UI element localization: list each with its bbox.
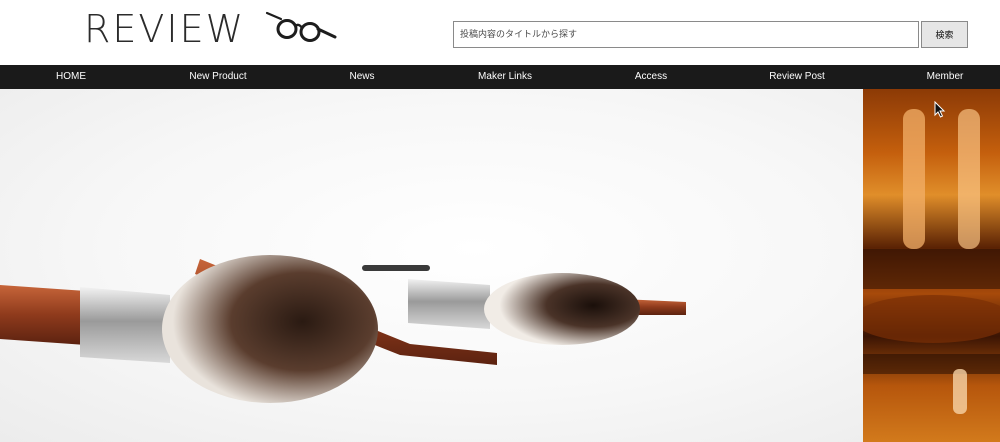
amber-hair-clips-image bbox=[863, 109, 1000, 414]
nav-item-new-product[interactable]: New Product bbox=[189, 65, 246, 89]
glasses-icon bbox=[265, 11, 337, 42]
site-header: REVIEW 検索 bbox=[0, 0, 1000, 65]
main-nav: HOME New Product News Maker Links Access… bbox=[0, 65, 1000, 89]
mouse-cursor-icon bbox=[934, 101, 946, 118]
makeup-brushes-image bbox=[0, 255, 686, 403]
nav-item-home[interactable]: HOME bbox=[56, 65, 86, 89]
nav-item-news[interactable]: News bbox=[349, 65, 374, 89]
hero-slide-amber-clips[interactable] bbox=[863, 89, 1000, 442]
hero-slider[interactable] bbox=[0, 89, 1000, 442]
hero-slide-makeup-brushes[interactable] bbox=[0, 89, 863, 442]
logo-text: REVIEW bbox=[84, 7, 246, 51]
search-button[interactable]: 検索 bbox=[921, 21, 968, 48]
nav-item-maker-links[interactable]: Maker Links bbox=[478, 65, 532, 89]
search-input[interactable] bbox=[453, 21, 919, 48]
nav-item-member[interactable]: Member bbox=[927, 65, 964, 89]
nav-item-review-post[interactable]: Review Post bbox=[769, 65, 825, 89]
site-logo[interactable]: REVIEW bbox=[84, 7, 337, 51]
nav-item-access[interactable]: Access bbox=[635, 65, 667, 89]
